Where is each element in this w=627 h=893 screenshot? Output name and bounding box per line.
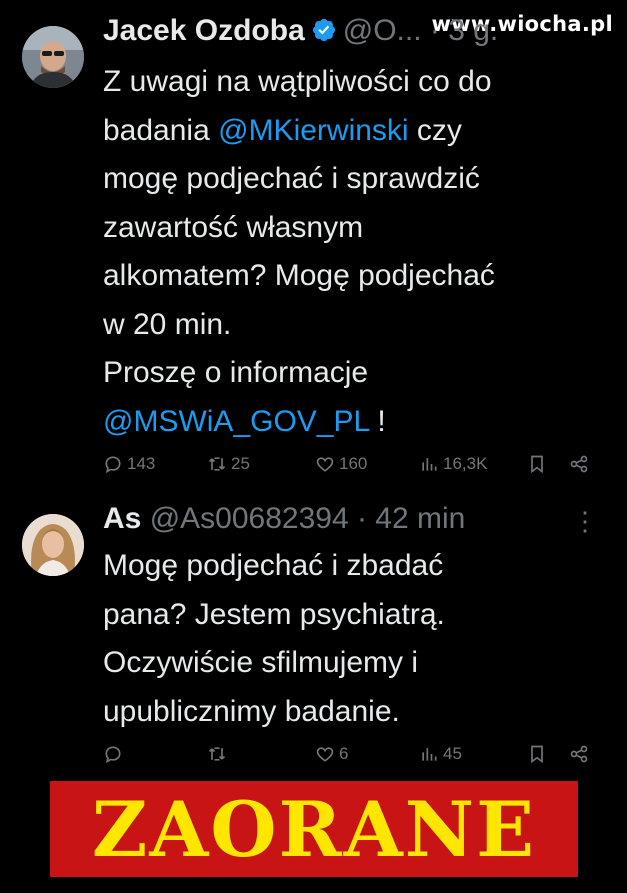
caption-banner: ZAORANE [50, 781, 578, 877]
retweet-count: 25 [231, 454, 250, 473]
mention-link[interactable]: @MKierwinski [218, 114, 408, 147]
share-button[interactable] [569, 454, 589, 474]
heart-icon [316, 747, 334, 762]
avatar[interactable] [22, 26, 84, 88]
person-avatar-icon [22, 514, 84, 576]
like-button[interactable]: 160 [315, 454, 367, 474]
tweet-header: Jacek Ozdoba @O... · 3 g. [103, 14, 498, 48]
share-button[interactable] [569, 744, 589, 764]
bookmark-button[interactable] [527, 744, 547, 764]
caption-text: ZAORANE [91, 784, 537, 874]
text-line: @MSWiA_GOV_PL ! [103, 398, 495, 447]
bar-chart-icon [422, 458, 437, 471]
text-line: alkomatem? Mogę podjechać [103, 259, 495, 292]
tweet-header: As @As00682394 · 42 min [103, 502, 465, 536]
views-count: 45 [443, 744, 462, 763]
author-handle[interactable]: @As00682394 · 42 min [150, 502, 466, 535]
like-button[interactable]: 6 [315, 744, 348, 764]
person-avatar-icon [22, 26, 84, 88]
author-name[interactable]: As [103, 502, 141, 535]
retweet-icon [208, 747, 226, 761]
retweet-button[interactable] [207, 744, 231, 764]
like-count: 160 [339, 454, 368, 473]
text-line: mogę podjechać i sprawdzić [103, 162, 480, 195]
like-count: 6 [339, 744, 349, 763]
text-line: Mogę podjechać i zbadać [103, 549, 444, 582]
share-icon [570, 745, 588, 763]
text-line: pana? Jestem psychiatrą. [103, 597, 445, 631]
text-line: w 20 min. [103, 307, 232, 341]
reply-icon [105, 746, 121, 764]
author-name[interactable]: Jacek Ozdoba [103, 14, 305, 47]
tweet-text: Mogę podjechać i zbadać pana? Jestem psy… [103, 542, 445, 736]
bookmark-icon [531, 745, 543, 764]
text-line: zawartość własnym [103, 210, 364, 244]
bookmark-button[interactable] [527, 454, 547, 474]
reply-button[interactable]: 143 [103, 454, 155, 474]
tweet-actions: 143 25 160 16,3K [103, 454, 603, 478]
views-count: 16,3K [443, 454, 488, 473]
bookmark-icon [531, 455, 543, 474]
text-line: Oczywiście sfilmujemy i [103, 646, 419, 679]
text-segment: ! [369, 404, 386, 438]
views-button[interactable]: 16,3K [419, 454, 487, 474]
tweet-actions: 6 45 [103, 744, 603, 768]
text-line: upublicznimy badanie. [103, 694, 400, 728]
bar-chart-icon [422, 748, 437, 761]
text-line: badania @MKierwinski czy [103, 107, 495, 156]
retweet-button[interactable]: 25 [207, 454, 250, 474]
text-line: Z uwagi na wątpliwości co do [103, 65, 492, 98]
tweet-text: Z uwagi na wątpliwości co do badania @MK… [103, 58, 495, 446]
text-line: Proszę o informacje [103, 356, 369, 389]
retweet-icon [208, 457, 226, 471]
text-segment: czy [408, 113, 462, 147]
more-options-icon[interactable]: ⋮ [572, 506, 599, 537]
share-icon [570, 455, 588, 473]
reply-button[interactable] [103, 744, 127, 764]
verified-badge-icon [311, 17, 337, 43]
author-handle[interactable]: @O... · 3 g. [343, 14, 499, 47]
views-button[interactable]: 45 [419, 744, 462, 764]
text-segment: badania [103, 113, 219, 147]
heart-icon [316, 457, 334, 472]
reply-count: 143 [127, 454, 156, 473]
reply-icon [105, 456, 121, 474]
avatar[interactable] [22, 514, 84, 576]
mention-link[interactable]: @MSWiA_GOV_PL [103, 405, 369, 438]
